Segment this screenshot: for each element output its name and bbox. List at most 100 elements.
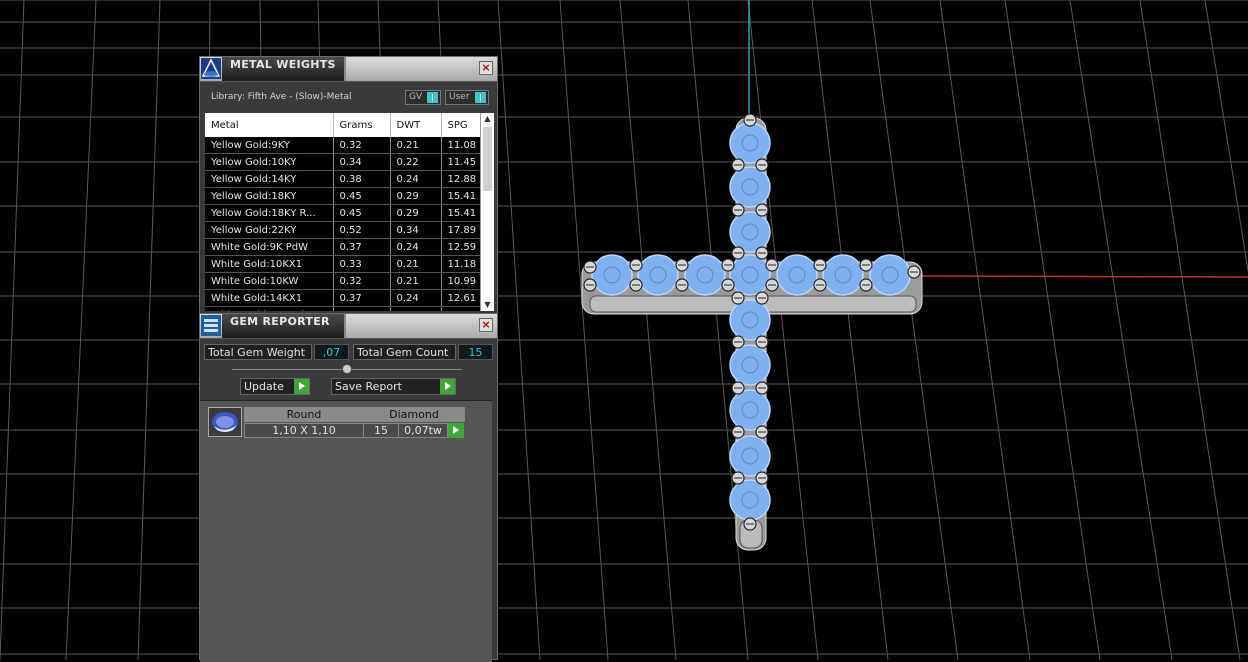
total-gem-weight-value: ,07	[314, 344, 349, 360]
panel-splitter[interactable]	[232, 364, 462, 374]
table-row[interactable]: Yellow Gold:22KY 0.52 0.34 17.89	[205, 221, 480, 239]
scroll-up-icon[interactable]: ▲	[481, 113, 494, 125]
diamond-gem[interactable]	[822, 254, 864, 296]
gem-reporter-titlebar[interactable]: GEM REPORTER ×	[200, 314, 497, 339]
user-toggle[interactable]: User	[445, 90, 489, 105]
table-row[interactable]: White Gold:14K PdW0.420.2714.37	[205, 306, 480, 311]
gem-count-cell: 15	[363, 423, 399, 438]
column-header-grams[interactable]: Grams	[333, 113, 391, 137]
spg-cell: 17.89	[441, 221, 480, 239]
grams-cell: 0.45	[333, 204, 391, 222]
cross-pendant-model[interactable]	[0, 0, 1248, 660]
metal-cell: White Gold:14KX1	[205, 289, 334, 307]
grams-cell: 0.37	[333, 289, 391, 307]
metal-cell: Yellow Gold:18KY	[205, 187, 334, 205]
metal-cell: Yellow Gold:18KY R...	[205, 204, 334, 222]
total-gem-weight-label: Total Gem Weight	[204, 344, 312, 360]
dwt-cell: 0.34	[390, 221, 442, 239]
metal-cell: Yellow Gold:10KY	[205, 153, 334, 171]
diamond-gem[interactable]	[591, 254, 633, 296]
gem-select-arrow-icon[interactable]	[448, 423, 464, 438]
save-report-button-label: Save Report	[335, 380, 402, 393]
diamond-gem[interactable]	[729, 166, 771, 208]
close-icon[interactable]: ×	[479, 61, 493, 75]
total-gem-count-label: Total Gem Count	[353, 344, 456, 360]
metal-cell: Yellow Gold:22KY	[205, 221, 334, 239]
table-row[interactable]: Yellow Gold:14KY 0.38 0.24 12.88	[205, 170, 480, 188]
column-header-dwt[interactable]: DWT	[390, 113, 442, 137]
diamond-gem[interactable]	[729, 389, 771, 431]
dwt-cell: 0.21	[390, 272, 442, 290]
gv-toggle[interactable]: GV	[405, 90, 441, 105]
close-icon[interactable]: ×	[479, 318, 493, 332]
table-row[interactable]: White Gold:14KX1 0.37 0.24 12.61	[205, 289, 480, 307]
metal-weights-title: METAL WEIGHTS	[230, 58, 336, 71]
metal-cell: Yellow Gold:14KY	[205, 170, 334, 188]
3d-viewport[interactable]	[0, 0, 1248, 660]
gem-reporter-title: GEM REPORTER	[230, 315, 330, 328]
column-header-metal[interactable]: Metal	[205, 113, 334, 137]
metal-weights-panel: METAL WEIGHTS × Library: Fifth Ave - (Sl…	[199, 56, 498, 314]
table-row[interactable]: White Gold:10KW 0.32 0.21 10.99	[205, 272, 480, 290]
gv-toggle-label: GV	[409, 92, 423, 102]
diamond-gem[interactable]	[684, 254, 726, 296]
table-row[interactable]: White Gold:9K PdW 0.37 0.24 12.59	[205, 238, 480, 256]
dwt-cell: 0.24	[390, 289, 442, 307]
toggle-switch-icon	[475, 92, 486, 103]
metal-cell: White Gold:10KW	[205, 272, 334, 290]
diamond-gem[interactable]	[729, 122, 771, 164]
table-row[interactable]: Yellow Gold:18KY R... 0.45 0.29 15.41	[205, 204, 480, 222]
diamond-gem[interactable]	[869, 254, 911, 296]
spg-cell: 12.59	[441, 238, 480, 256]
diamond-gem[interactable]	[729, 211, 771, 253]
metal-weights-table: Metal Grams DWT SPG Yellow Gold:9KY 0.32 0…	[205, 113, 480, 311]
gem-size-cell: 1,10 X 1,10	[244, 423, 364, 438]
play-arrow-icon	[294, 379, 309, 394]
spg-cell: 12.61	[441, 289, 480, 307]
diamond-gem[interactable]	[637, 254, 679, 296]
gem-reporter-panel: GEM REPORTER × Total Gem Weight ,07 Tota…	[199, 313, 498, 662]
gem-weight-cell: 0,07tw	[398, 423, 448, 438]
grams-cell: 0.33	[333, 255, 391, 273]
gem-list: Round Diamond 1,10 X 1,10 15 0,07tw	[200, 400, 492, 662]
spg-cell: 15.41	[441, 187, 480, 205]
metal-weights-titlebar[interactable]: METAL WEIGHTS ×	[200, 57, 497, 82]
dwt-cell: 0.29	[390, 187, 442, 205]
grams-cell: 0.42	[333, 306, 391, 311]
column-header-spg[interactable]: SPG	[441, 113, 480, 137]
dwt-cell: 0.27	[390, 306, 442, 311]
round-gem-thumbnail-icon[interactable]	[208, 407, 242, 437]
update-button-label: Update	[244, 380, 284, 393]
dwt-cell: 0.29	[390, 204, 442, 222]
gem-material-cell: Diamond	[363, 407, 465, 422]
scrollbar-thumb[interactable]	[483, 127, 492, 191]
grams-cell: 0.32	[333, 137, 391, 154]
table-row[interactable]: Yellow Gold:18KY 0.45 0.29 15.41	[205, 187, 480, 205]
save-report-button[interactable]: Save Report	[331, 378, 456, 395]
table-row[interactable]: Yellow Gold:9KY 0.32 0.21 11.08	[205, 137, 480, 154]
metal-weights-app-icon	[201, 58, 221, 79]
table-scrollbar[interactable]: ▲ ▼	[480, 113, 494, 311]
scroll-down-icon[interactable]: ▼	[481, 299, 494, 311]
dwt-cell: 0.21	[390, 137, 442, 154]
table-row[interactable]: Yellow Gold:10KY 0.34 0.22 11.45	[205, 153, 480, 171]
gem-reporter-app-icon	[201, 315, 221, 336]
diamond-gem[interactable]	[729, 435, 771, 477]
table-row[interactable]: White Gold:10KX1 0.33 0.21 11.18	[205, 255, 480, 273]
spg-cell: 10.99	[441, 272, 480, 290]
update-button[interactable]: Update	[240, 378, 310, 395]
metal-cell: White Gold:9K PdW	[205, 238, 334, 256]
diamond-gem[interactable]	[729, 299, 771, 341]
diamond-gem[interactable]	[729, 254, 771, 296]
splitter-handle[interactable]	[342, 364, 352, 374]
spg-cell: 15.41	[441, 204, 480, 222]
play-arrow-icon	[440, 379, 455, 394]
table-header-row: Metal Grams DWT SPG	[205, 113, 480, 137]
library-label: Library: Fifth Ave - (Slow)-Metal	[211, 92, 352, 102]
diamond-gem[interactable]	[729, 344, 771, 386]
grams-cell: 0.38	[333, 170, 391, 188]
gem-shape-cell: Round	[244, 407, 364, 422]
dwt-cell: 0.24	[390, 238, 442, 256]
diamond-gem[interactable]	[729, 479, 771, 521]
diamond-gem[interactable]	[776, 254, 818, 296]
